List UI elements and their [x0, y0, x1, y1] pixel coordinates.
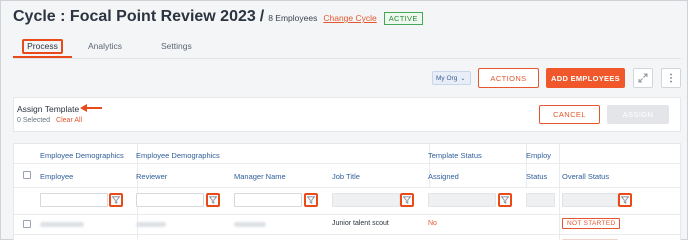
assign-button[interactable]: ASSIGN: [607, 105, 669, 124]
row-divider: [14, 234, 680, 235]
tab-bar: Process Analytics Settings: [13, 39, 192, 57]
change-cycle-link[interactable]: Change Cycle: [323, 13, 376, 23]
group-header-employee-demographics: Employee Demographics: [40, 151, 124, 160]
column-header-overall-status[interactable]: Overall Status: [562, 172, 609, 181]
assigned-cell: No: [428, 220, 437, 227]
page-header: Cycle : Focal Point Review 2023 / 8 Empl…: [13, 8, 423, 30]
tab-process[interactable]: Process: [13, 39, 72, 57]
tabs-divider: [13, 58, 681, 59]
filter-icon: [621, 196, 629, 204]
reviewer-filter-input[interactable]: [136, 193, 204, 207]
expand-button[interactable]: [633, 68, 653, 88]
filter-icon: [403, 196, 411, 204]
status-filter-input[interactable]: [526, 193, 555, 207]
employee-name-redacted: [40, 222, 84, 227]
employee-count: 8 Employees: [268, 13, 318, 23]
group-header-employ: Employ: [526, 151, 552, 160]
employee-filter-input[interactable]: [40, 193, 108, 207]
selection-summary: 0 Selected Clear All: [17, 117, 82, 124]
column-header-assigned[interactable]: Assigned: [428, 172, 459, 181]
group-header-employee-demographics-2: Employee Demographics: [136, 151, 220, 160]
expand-icon: [638, 73, 648, 83]
column-header-status[interactable]: Status: [526, 172, 547, 181]
tab-process-label: Process: [22, 39, 63, 54]
filter-icon: [307, 196, 315, 204]
column-header-manager-name[interactable]: Manager Name: [234, 172, 286, 181]
row-divider: [14, 214, 680, 215]
assigned-filter-input[interactable]: [428, 193, 496, 207]
assigned-filter-button[interactable]: [498, 193, 512, 207]
overall-status-badge: NOT STARTED: [562, 218, 621, 229]
column-header-employee[interactable]: Employee: [40, 172, 73, 181]
manager-name-filter-input[interactable]: [234, 193, 302, 207]
assign-template-title: Assign Template: [17, 104, 80, 114]
reviewer-filter-button[interactable]: [206, 193, 220, 207]
page-title: Cycle : Focal Point Review 2023: [13, 8, 256, 25]
job-title-filter-input[interactable]: [332, 193, 400, 207]
employee-filter-button[interactable]: [109, 193, 123, 207]
actions-button[interactable]: ACTIONS: [478, 68, 539, 88]
filter-icon: [209, 196, 217, 204]
clear-all-link[interactable]: Clear All: [56, 117, 82, 124]
filter-icon: [501, 196, 509, 204]
overall-status-filter-button[interactable]: [618, 193, 632, 207]
select-all-checkbox[interactable]: [23, 171, 31, 179]
selected-count: 0 Selected: [17, 117, 51, 124]
manager-name-filter-button[interactable]: [304, 193, 318, 207]
more-vertical-icon: [670, 73, 672, 83]
title-separator: /: [259, 8, 265, 25]
employee-table: Employee Demographics Employee Demograph…: [13, 143, 681, 240]
chevron-down-icon: ⌄: [460, 75, 466, 82]
tab-settings[interactable]: Settings: [161, 39, 192, 57]
tab-analytics[interactable]: Analytics: [88, 39, 122, 57]
job-title-cell: Junior talent scout: [332, 220, 389, 227]
manager-name-redacted: [234, 222, 266, 227]
more-button[interactable]: [661, 68, 681, 88]
group-header-template-status: Template Status: [428, 151, 482, 160]
column-divider: [559, 144, 560, 240]
reviewer-name-redacted: [136, 222, 166, 227]
org-select[interactable]: My Org ⌄: [432, 71, 471, 85]
row-divider: [14, 187, 680, 188]
cancel-button[interactable]: CANCEL: [539, 105, 600, 124]
column-header-job-title[interactable]: Job Title: [332, 172, 360, 181]
status-badge: ACTIVE: [383, 12, 423, 25]
filter-icon: [112, 196, 120, 204]
job-title-filter-button[interactable]: [400, 193, 414, 207]
row-checkbox[interactable]: [23, 220, 31, 228]
column-header-reviewer[interactable]: Reviewer: [136, 172, 167, 181]
annotation-arrow-icon: [80, 104, 102, 112]
add-employees-button[interactable]: ADD EMPLOYEES: [546, 68, 625, 88]
overall-status-filter-input[interactable]: [562, 193, 618, 207]
org-select-value: My Org: [436, 74, 458, 82]
row-divider: [14, 163, 680, 164]
